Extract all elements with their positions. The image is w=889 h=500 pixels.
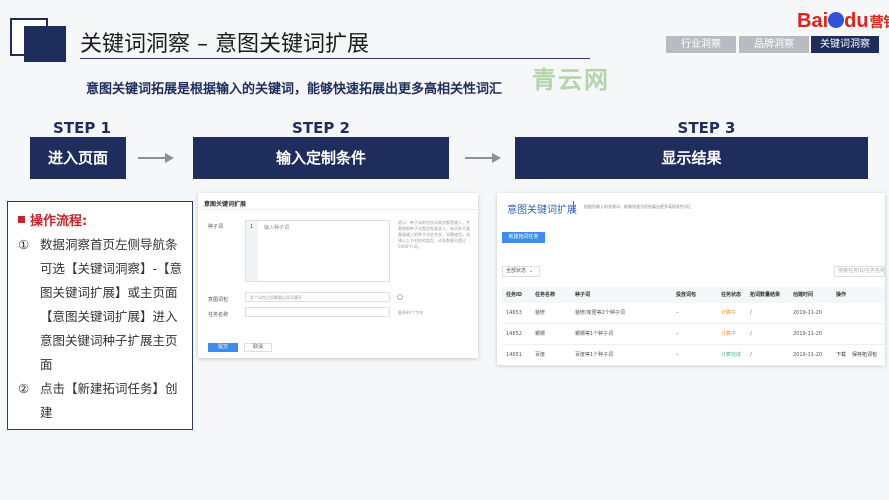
table-row: 14653 装修 装修/家居等2个种子词 – 计算中 / 2019-11-20 <box>502 303 885 324</box>
save-package-link[interactable]: 保存拓词包 <box>852 345 877 366</box>
intent-placeholder: 多个词包之间需要以逗号隔开 <box>250 295 302 300</box>
task-name-input[interactable] <box>245 307 390 317</box>
col-header: 拓词数量结果 <box>750 292 781 298</box>
status-filter-select[interactable]: 全部状态 ⌄ <box>502 266 540 277</box>
tab-industry-insight[interactable]: 行业洞察 <box>666 36 736 53</box>
cell-seed: 百度等1个种子词 <box>575 352 614 358</box>
title-underline <box>80 58 590 59</box>
col-header: 种子词 <box>575 292 591 298</box>
cell-count: / <box>750 352 752 358</box>
new-task-button[interactable]: 新建拓词任务 <box>502 232 545 243</box>
table-row: 14652 螺蛳 螺蛳等1个种子词 – 计算中 / 2019-11-20 <box>502 324 885 345</box>
col-header: 任务状态 <box>721 292 742 298</box>
cell-status: 计算完成 <box>721 352 742 358</box>
line-number: 1 <box>250 224 254 230</box>
table-row: 14651 百度 百度等1个种子词 – 计算完成 / 2019-11-20 下载… <box>502 345 885 366</box>
cell-package: – <box>676 331 679 337</box>
col-header: 投放词包 <box>676 292 697 298</box>
cell-count: / <box>750 310 752 316</box>
col-header: 操作 <box>836 292 847 298</box>
cell-id: 14653 <box>506 310 522 316</box>
cell-package: – <box>676 352 679 358</box>
step-2-box: 输入定制条件 <box>193 137 449 179</box>
cell-date: 2019-11-20 <box>793 352 823 358</box>
arrow-right-icon <box>465 153 501 163</box>
results-title: 意图关键词扩展 <box>507 205 577 216</box>
baidu-marketing-logo: Baidu营销 <box>797 10 889 32</box>
seed-textarea[interactable]: 1 输入种子词 <box>245 220 390 282</box>
table-header-row: 任务ID 任务名称 种子词 投放词包 任务状态 拓词数量结果 创建时间 操作 <box>502 287 885 303</box>
arrow-right-icon <box>138 153 174 163</box>
cell-seed: 装修/家居等2个种子词 <box>575 310 625 316</box>
seed-hint: 提示：种子词的包含词类别都是输入，并需按照种子词类别批量录入，新词条不要重复输入… <box>398 220 470 249</box>
page-subtitle: 意图关键词拓展是根据输入的关键词，能够快速拓展出更多高相关性词汇 <box>86 82 503 97</box>
task-hint: 最多80个字符 <box>398 310 424 315</box>
form-screenshot: 意图关键词扩展 种子词 1 输入种子词 提示：种子词的包含词类别都是输入，并需按… <box>198 193 478 358</box>
cell-package: – <box>676 310 679 316</box>
results-screenshot: 意图关键词扩展 根据您输入的关键词，能够快速为您拓展出更多高相关性词汇 新建拓词… <box>497 193 885 366</box>
cell-name: 螺蛳 <box>535 331 546 337</box>
step-2-label: STEP 2 <box>292 119 350 137</box>
watermark: 青云网 <box>532 66 610 94</box>
seed-placeholder: 输入种子词 <box>264 225 290 231</box>
help-icon[interactable] <box>397 294 403 300</box>
step-3-box: 显示结果 <box>515 137 868 179</box>
step-1-label: STEP 1 <box>53 119 111 137</box>
tab-keyword-insight[interactable]: 关键词洞察 <box>811 36 879 53</box>
cell-name: 百度 <box>535 352 546 358</box>
process-heading: 操作流程: <box>18 210 184 229</box>
cell-date: 2019-11-20 <box>793 310 823 316</box>
cell-name: 装修 <box>535 310 546 316</box>
process-step: ② 点击【新建拓词任务】创建 <box>18 381 178 420</box>
form-title: 意图关键词扩展 <box>204 201 247 208</box>
divider <box>198 209 478 210</box>
decor-square-filled <box>24 26 66 62</box>
line-gutter <box>246 221 258 281</box>
step-1-box: 进入页面 <box>30 137 126 179</box>
download-link[interactable]: 下载 <box>836 345 846 366</box>
cell-seed: 螺蛳等1个种子词 <box>575 331 614 337</box>
submit-button[interactable]: 提交 <box>208 343 238 352</box>
cell-date: 2019-11-20 <box>793 331 823 337</box>
step-3-label: STEP 3 <box>677 119 736 137</box>
process-step: ① 数据洞察首页左侧导航条可选【关键词洞察】-【意图关键词扩展】或主页面【意图关… <box>18 237 183 372</box>
bullet-square-icon <box>18 216 25 223</box>
title-separator <box>573 201 574 213</box>
cell-id: 14652 <box>506 331 522 337</box>
chevron-down-icon: ⌄ <box>529 268 534 274</box>
cell-status: 计算中 <box>721 310 737 316</box>
col-header: 任务名称 <box>535 292 556 298</box>
page-title: 关键词洞察 – 意图关键词扩展 <box>80 32 369 57</box>
results-desc: 根据您输入的关键词，能够快速为您拓展出更多高相关性词汇 <box>584 204 692 209</box>
intent-label: 意图词包 <box>208 297 229 303</box>
task-search-input[interactable]: 搜索任务ID/任务名称 <box>834 266 885 277</box>
tab-brand-insight[interactable]: 品牌洞察 <box>739 36 809 53</box>
task-label: 任务名称 <box>208 312 229 318</box>
cell-id: 14651 <box>506 352 522 358</box>
col-header: 创建时间 <box>793 292 814 298</box>
cell-status: 计算中 <box>721 331 737 337</box>
process-panel: 操作流程: ① 数据洞察首页左侧导航条可选【关键词洞察】-【意图关键词扩展】或主… <box>7 201 193 430</box>
cancel-button[interactable]: 取消 <box>244 343 272 352</box>
col-header: 任务ID <box>506 292 523 298</box>
cell-count: / <box>750 331 752 337</box>
task-table: 任务ID 任务名称 种子词 投放词包 任务状态 拓词数量结果 创建时间 操作 1… <box>502 287 885 366</box>
intent-input[interactable]: 多个词包之间需要以逗号隔开 <box>245 292 390 302</box>
paw-icon <box>828 12 845 28</box>
seed-label: 种子词 <box>208 224 224 230</box>
